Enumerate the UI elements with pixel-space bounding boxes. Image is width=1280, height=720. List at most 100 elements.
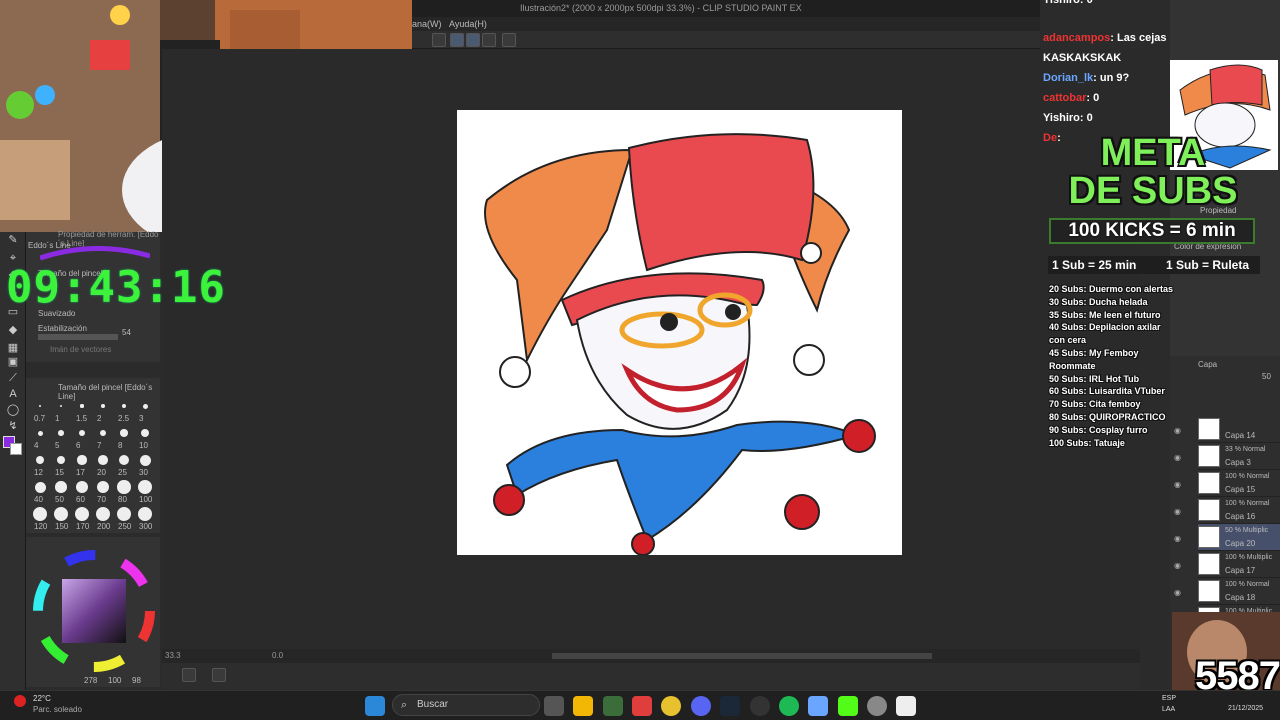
brush-tool-icon[interactable]: ✎ — [6, 234, 20, 246]
brush-size-option[interactable] — [96, 507, 110, 521]
language-indicator[interactable]: ESP — [1162, 695, 1176, 702]
taskbar-search[interactable]: ⌕ Buscar — [392, 694, 540, 716]
app-icon-3[interactable] — [867, 696, 887, 716]
fill-tool-icon[interactable]: ◆ — [6, 324, 20, 336]
taskbar-date[interactable]: 21/12/2025 — [1228, 705, 1263, 712]
chat-username: cattobar — [1043, 92, 1087, 104]
brush-size-option[interactable] — [59, 404, 63, 408]
artboard-canvas[interactable] — [457, 110, 902, 556]
brush-size-option[interactable] — [75, 480, 89, 494]
gradient-tool-icon[interactable]: ▦ — [6, 342, 20, 354]
start-icon[interactable] — [365, 696, 385, 716]
brush-size-option[interactable] — [36, 456, 44, 464]
app-icon-2[interactable] — [632, 696, 652, 716]
snap-special-ruler-icon[interactable] — [466, 33, 480, 47]
steam-icon[interactable] — [720, 696, 740, 716]
layer-visibility-icon[interactable]: ◉ — [1174, 534, 1181, 543]
brush-size-option[interactable] — [33, 507, 47, 521]
brush-size-option[interactable] — [55, 481, 67, 493]
file-explorer-icon[interactable] — [573, 696, 593, 716]
brush-size-option[interactable] — [138, 480, 152, 494]
app-icon[interactable] — [603, 696, 623, 716]
layer-row[interactable]: 33 % Normal Capa 3 — [1198, 443, 1280, 470]
brush-size-option[interactable] — [37, 430, 43, 436]
color-wheel[interactable] — [32, 549, 156, 673]
notepad-icon[interactable] — [808, 696, 828, 716]
brush-size-option[interactable] — [99, 429, 107, 437]
horizontal-scrollbar[interactable] — [552, 653, 932, 659]
brush-size-option[interactable] — [142, 403, 148, 409]
brush-size-option[interactable] — [34, 481, 46, 493]
brush-size-option[interactable] — [117, 507, 131, 521]
navigator-icon[interactable] — [212, 668, 226, 682]
balloon-tool-icon[interactable]: ◯ — [6, 404, 20, 416]
layer-opacity[interactable]: 50 — [1262, 372, 1271, 381]
weather-icon[interactable] — [14, 695, 26, 707]
brush-size-option[interactable] — [117, 480, 131, 494]
layer-visibility-icon[interactable]: ◉ — [1174, 480, 1181, 489]
navigator-bar — [162, 663, 1140, 690]
layer-row[interactable]: Capa 14 — [1198, 416, 1280, 443]
keyboard-layout[interactable]: LAA — [1162, 706, 1175, 713]
brush-size-option[interactable] — [58, 430, 64, 436]
brush-size-option[interactable] — [77, 455, 87, 465]
task-view-icon[interactable] — [544, 696, 564, 716]
layer-row[interactable]: 100 % Normal Capa 18 — [1198, 578, 1280, 605]
layer-tab[interactable]: Capa — [1198, 360, 1217, 369]
brush-size-option[interactable] — [139, 454, 151, 466]
spotify-icon[interactable] — [779, 696, 799, 716]
layer-visibility-icon[interactable]: ◉ — [1174, 453, 1181, 462]
brush-size-option[interactable] — [138, 507, 152, 521]
brush-size-option[interactable] — [75, 507, 89, 521]
layer-row[interactable]: 100 % Normal Capa 16 — [1198, 497, 1280, 524]
window-title: Ilustración2* (2000 x 2000px 500dpi 33.3… — [520, 3, 802, 13]
brush-size-label: 5 — [55, 441, 60, 450]
layer-visibility-icon[interactable]: ◉ — [1174, 588, 1181, 597]
brush-size-option[interactable] — [101, 404, 105, 408]
hsv-v-value: 98 — [132, 676, 141, 685]
brush-size-option[interactable] — [141, 429, 149, 437]
weather-temp[interactable]: 22°C — [33, 694, 51, 703]
stabilization-slider[interactable] — [38, 334, 118, 340]
weather-desc[interactable]: Parc. soleado — [33, 705, 82, 714]
chrome-icon[interactable] — [661, 696, 681, 716]
stabilization-value[interactable]: 54 — [122, 328, 131, 337]
layer-row[interactable]: 50 % Multiplic Capa 20 — [1198, 524, 1280, 551]
brush-size-option[interactable] — [56, 455, 66, 465]
brush-size-option[interactable] — [118, 454, 130, 466]
brush-size-option[interactable] — [78, 429, 86, 437]
correct-line-tool-icon[interactable]: ↯ — [6, 420, 20, 432]
layer-visibility-icon[interactable]: ◉ — [1174, 561, 1181, 570]
clip-studio-icon[interactable] — [896, 696, 916, 716]
snap-grid-icon[interactable] — [482, 33, 496, 47]
layer-panel-icon[interactable] — [182, 668, 196, 682]
obs-icon[interactable] — [750, 696, 770, 716]
command-bar — [412, 31, 1040, 49]
sub-color-swatch[interactable] — [10, 443, 22, 455]
layer-row[interactable]: 100 % Multiplic Capa 17 — [1198, 551, 1280, 578]
layer-visibility-icon[interactable]: ◉ — [1174, 507, 1181, 516]
brush-size-option[interactable] — [39, 405, 41, 407]
brush-size-option[interactable] — [54, 507, 68, 521]
brush-size-option[interactable] — [80, 404, 84, 408]
kick-icon[interactable] — [838, 696, 858, 716]
help-icon[interactable] — [502, 33, 516, 47]
brush-size-label: 0.7 — [34, 414, 46, 423]
menu-item-window[interactable]: ana(W) — [412, 17, 442, 31]
menu-item-help[interactable]: Ayuda(H) — [449, 17, 487, 31]
brush-size-option[interactable] — [120, 429, 128, 437]
discord-icon[interactable] — [691, 696, 711, 716]
layer-row[interactable]: 100 % Normal Capa 15 — [1198, 470, 1280, 497]
frame-tool-icon[interactable]: ▣ — [6, 356, 20, 368]
layer-name: Capa 18 — [1225, 593, 1256, 602]
brush-size-option[interactable] — [98, 455, 108, 465]
layer-thumbnail — [1198, 553, 1220, 575]
toolbar-button[interactable] — [432, 33, 446, 47]
snap-ruler-icon[interactable] — [450, 33, 464, 47]
ruler-tool-icon[interactable]: ⟋ — [6, 372, 20, 384]
brush-size-option[interactable] — [96, 480, 110, 494]
brush-size-option[interactable] — [121, 403, 127, 409]
layer-name: Capa 14 — [1225, 431, 1256, 440]
text-tool-icon[interactable]: A — [6, 388, 20, 400]
zoom-level[interactable]: 33.3 — [165, 649, 181, 663]
